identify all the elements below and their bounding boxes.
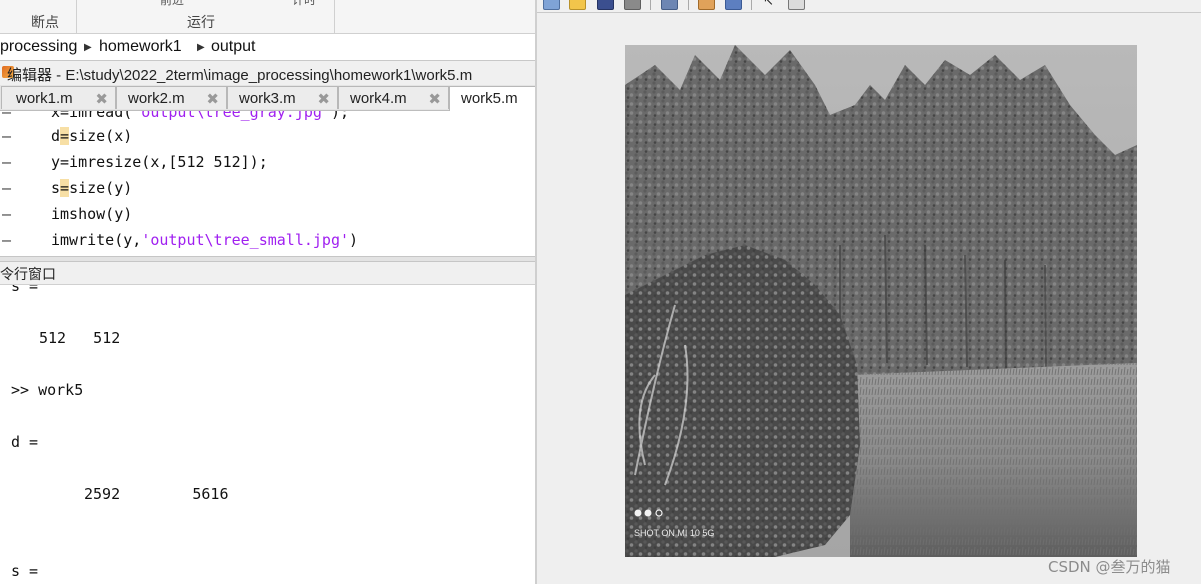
output-line: 2592 5616 [84,485,229,503]
figure-window: ↖ SHOT ON MI 10 5G CSDN @叁万的猫 [537,0,1201,584]
print-icon[interactable] [624,0,641,10]
command-line: >> work5 [11,381,84,399]
toolbar-separator [751,0,752,10]
output-line: s = [11,562,39,580]
tab-work2[interactable]: work2.m ✖ [116,86,227,109]
command-window-titlebar: 令行窗口 [0,262,535,285]
current-folder-breadcrumb[interactable]: processing ▶ homework1 ▶ output [0,34,535,61]
matlab-left-pane: 前进 计时 断点 运行 processing ▶ homework1 ▶ out… [0,0,535,584]
tab-work5[interactable]: work5.m [449,86,535,111]
code-line: — s=size(y) [0,177,535,203]
output-line: s = [11,285,39,295]
tab-work4[interactable]: work4.m ✖ [338,86,449,109]
tab-label: work4.m [350,90,407,107]
insert-colorbar-icon[interactable] [698,0,715,10]
insert-legend-icon[interactable] [725,0,742,10]
breadcrumb-item[interactable]: output [211,38,255,56]
code-text: imshow(y) [51,205,133,223]
code-line: — d=size(x) [0,125,535,151]
ribbon-cut-label-left: 前进 [160,0,185,7]
code-line: — y=imresize(x,[512 512]); [0,151,535,177]
figure-toolbar: ↖ [537,0,1201,13]
editor-tab-strip: work1.m ✖ work2.m ✖ work3.m ✖ work4.m ✖ … [0,85,535,111]
editor-title: 编辑器 - E:\study\2022_2term\image_processi… [7,67,473,84]
pointer-arrow-icon[interactable]: ↖ [763,0,774,9]
tab-work1[interactable]: work1.m ✖ [1,86,116,109]
code-line: — imwrite(y,'output\tree_small.jpg') [0,229,535,255]
toolstrip: 前进 计时 断点 运行 [0,0,535,34]
line-marker: — [2,153,12,171]
chevron-right-icon: ▶ [84,42,92,53]
close-icon[interactable]: ✖ [428,90,441,108]
editor-titlebar: 编辑器 - E:\study\2022_2term\image_processi… [0,61,535,86]
tab-label: work5.m [461,90,518,107]
breadcrumb-item[interactable]: homework1 [99,38,182,56]
line-marker: — [2,111,12,121]
save-icon[interactable] [597,0,614,10]
close-icon[interactable]: ✖ [206,90,219,108]
code-text: x=imread('output\tree_gray.jpg'); [51,111,350,121]
ribbon-divider [76,0,77,33]
photo-camera-watermark: SHOT ON MI 10 5G [634,528,714,538]
code-text: y=imresize(x,[512 512]); [51,153,268,171]
displayed-image: SHOT ON MI 10 5G [625,45,1137,557]
close-icon[interactable]: ✖ [95,90,108,108]
code-text: s=size(y) [51,179,133,197]
line-marker: — [2,179,12,197]
chevron-right-icon: ▶ [197,42,205,53]
line-marker: — [2,127,12,145]
output-line: 512 512 [39,329,121,347]
code-text: d=size(x) [51,127,133,145]
line-marker: — [2,231,12,249]
tab-work3[interactable]: work3.m ✖ [227,86,338,109]
csdn-watermark: CSDN @叁万的猫 [1048,558,1171,576]
run-section-label: 运行 [187,15,215,31]
command-window[interactable]: s = 512 512 >> work5 d = 2592 5616 s = [0,285,535,584]
ribbon-divider [334,0,335,33]
open-folder-icon[interactable] [569,0,586,10]
breakpoints-section-label: 断点 [31,15,59,31]
toolbar-separator [688,0,689,10]
toolbar-separator [650,0,651,10]
ribbon-cut-label-right: 计时 [292,0,317,7]
code-editor[interactable]: — x=imread('output\tree_gray.jpg'); — d=… [0,111,535,256]
command-window-title: 令行窗口 [0,267,56,283]
breadcrumb-item[interactable]: processing [0,38,77,56]
line-marker: — [2,205,12,223]
new-figure-icon[interactable] [543,0,560,10]
tab-label: work3.m [239,90,296,107]
code-line: — imshow(y) [0,203,535,229]
grayscale-tree-photo: SHOT ON MI 10 5G [625,45,1137,557]
tab-label: work2.m [128,90,185,107]
property-editor-icon[interactable] [788,0,805,10]
link-plot-icon[interactable] [661,0,678,10]
tab-label: work1.m [16,90,73,107]
code-text: imwrite(y,'output\tree_small.jpg') [51,231,359,249]
close-icon[interactable]: ✖ [317,90,330,108]
output-line: d = [11,433,39,451]
